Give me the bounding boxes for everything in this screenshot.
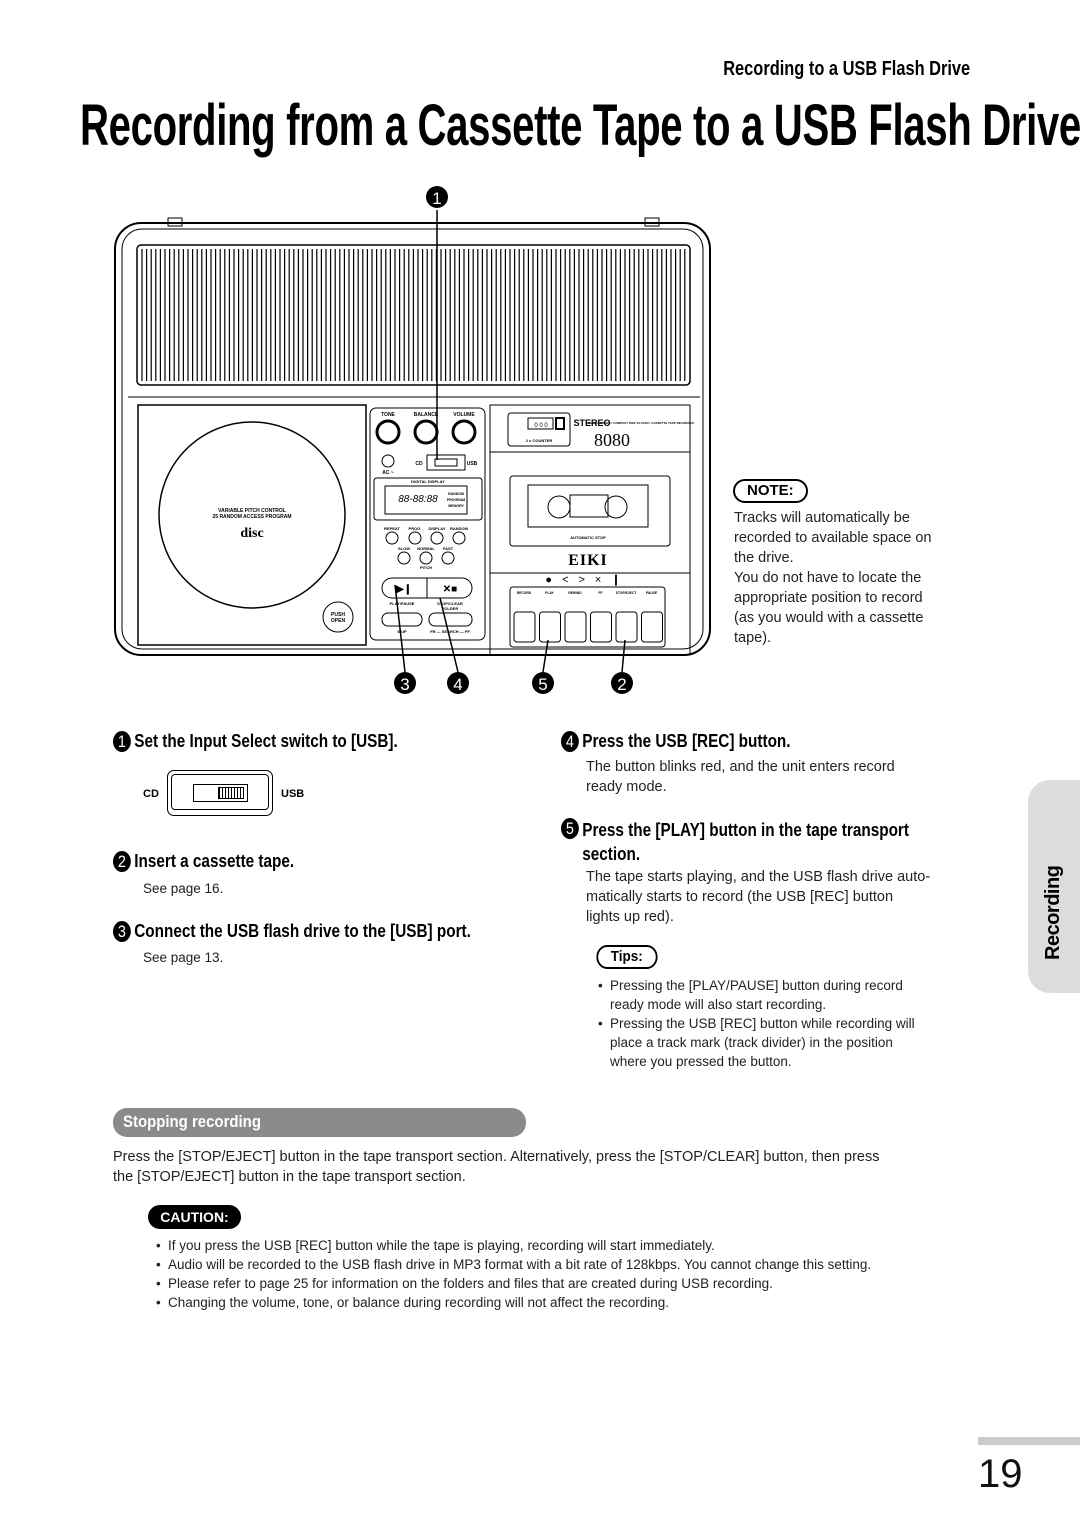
counter-digits: 0 0 0 [534, 423, 548, 429]
model-number: 8080 [594, 430, 630, 450]
transport-key-label: REWIND [568, 591, 582, 595]
page-number: 19 [978, 1452, 1023, 1496]
tips-list: Pressing the [PLAY/PAUSE] button during … [598, 976, 915, 1071]
list-item: Audio will be recorded to the USB flash … [156, 1255, 871, 1274]
balance-label: BALANCE [414, 412, 439, 418]
skip-label: SKIP [397, 629, 407, 634]
note-badge: NOTE: [733, 479, 808, 503]
play-pause-label: PLAY/PAUSE [390, 601, 415, 606]
step-2-desc: See page 16. [143, 881, 224, 896]
svg-text:2: 2 [617, 675, 626, 694]
transport-key-label: STOP/EJECT [616, 591, 636, 595]
ac-label: AC ~ [382, 470, 394, 476]
step-5-desc: The tape starts playing, and the USB fla… [586, 869, 931, 925]
svg-text:3: 3 [400, 675, 409, 694]
play-pause-icon: ▶❙ [395, 584, 412, 595]
stopping-heading: Stopping recording [123, 1112, 261, 1131]
tone-label: TONE [381, 412, 395, 418]
transport-key-label: PAUSE [646, 591, 658, 595]
callout-3: 3 [394, 672, 416, 694]
display-flag: PROGRAM [447, 498, 465, 502]
callout-2: 2 [611, 672, 633, 694]
callout-5: 5 [532, 672, 554, 694]
repeat-label: REPEAT [384, 526, 400, 531]
display-label: DIGITAL DISPLAY [411, 479, 445, 484]
side-tab-label: Recording [1042, 865, 1064, 960]
caution-badge: CAUTION: [148, 1205, 241, 1229]
svg-text:1: 1 [432, 189, 441, 208]
input-select-switch: CD USB [143, 770, 323, 818]
page-number-bar [978, 1437, 1080, 1445]
transport-key [513, 611, 536, 643]
step-2-heading: 2 Insert a cassette tape. [113, 851, 294, 872]
step-4-heading: 4 Press the USB [REC] button. [561, 731, 791, 752]
display-btn-label: DISPLAY [429, 526, 446, 531]
stop-clear-icon: ✕■ [443, 584, 457, 595]
list-item: Changing the volume, tone, or balance du… [156, 1293, 871, 1312]
model-desc: USB RECORDER / COMPACT DISC PLAYER / CAS… [586, 421, 694, 425]
stopping-text: Press the [STOP/EJECT] button in the tap… [113, 1149, 880, 1185]
caution-list: If you press the USB [REC] button while … [156, 1236, 871, 1312]
automatic-stop-label: AUTOMATIC STOP [570, 535, 606, 540]
svg-text:5: 5 [538, 675, 547, 694]
brand-logo: EIKI [568, 552, 608, 569]
transport-key [615, 611, 638, 643]
step-3-heading: 3 Connect the USB flash drive to the [USB… [113, 921, 471, 942]
folder-label: FOLDER [442, 606, 459, 611]
slow-label: SLOW [398, 546, 410, 551]
svg-text:4: 4 [453, 675, 462, 694]
switch-usb-label: USB [467, 461, 478, 467]
fast-label: FAST [443, 546, 454, 551]
transport-key [590, 611, 612, 643]
callout-4: 4 [447, 672, 469, 694]
transport-key-label: PLAY [545, 591, 554, 595]
step-4-desc: The button blinks red, and the unit ente… [586, 759, 895, 795]
open-label: OPEN [331, 618, 346, 624]
search-label: FR — SEARCH — FF [430, 629, 470, 634]
transport-symbols-icon: ●<>×❙ [545, 574, 630, 586]
switch-cd-label: CD [415, 461, 423, 467]
counter-label: 2 x COUNTER [526, 438, 553, 443]
volume-label: VOLUME [453, 412, 475, 418]
transport-key [641, 611, 663, 643]
transport-key [539, 611, 561, 643]
note-text: Tracks will automatically be recorded to … [734, 510, 932, 646]
list-item: Pressing the USB [REC] button while reco… [598, 1014, 915, 1071]
section-heading-bar: Stopping recording [113, 1108, 526, 1137]
transport-key [564, 611, 587, 643]
tips-badge: Tips: [596, 945, 658, 969]
list-item: Please refer to page 25 for information … [156, 1274, 871, 1293]
list-item: Pressing the [PLAY/PAUSE] button during … [598, 976, 915, 1014]
display-flag: MEMORY [448, 504, 464, 508]
step-1-heading: 1 Set the Input Select switch to [USB]. [113, 731, 398, 752]
random-label: RANDOM [450, 526, 469, 531]
pitch-label: PITCH [420, 565, 432, 570]
list-item: If you press the USB [REC] button while … [156, 1236, 871, 1255]
normal-label: NORMAL [417, 546, 435, 551]
step-3-desc: See page 13. [143, 950, 224, 965]
step-5-heading: 5 Press the [PLAY] button in the tape tra… [561, 818, 909, 866]
prog-label: PROG. [409, 526, 422, 531]
callout-1: 1 [426, 186, 448, 208]
cd-text: 25 RANDOM ACCESS PROGRAM [213, 514, 292, 520]
cd-logo: disc [240, 526, 263, 541]
display-digits: 88-88:88 [398, 494, 438, 505]
display-flag: RANDOM [448, 492, 464, 496]
side-tab-recording[interactable]: Recording [1028, 780, 1080, 993]
transport-key-label: RECORD [517, 591, 532, 595]
transport-key-label: FF [598, 591, 602, 595]
